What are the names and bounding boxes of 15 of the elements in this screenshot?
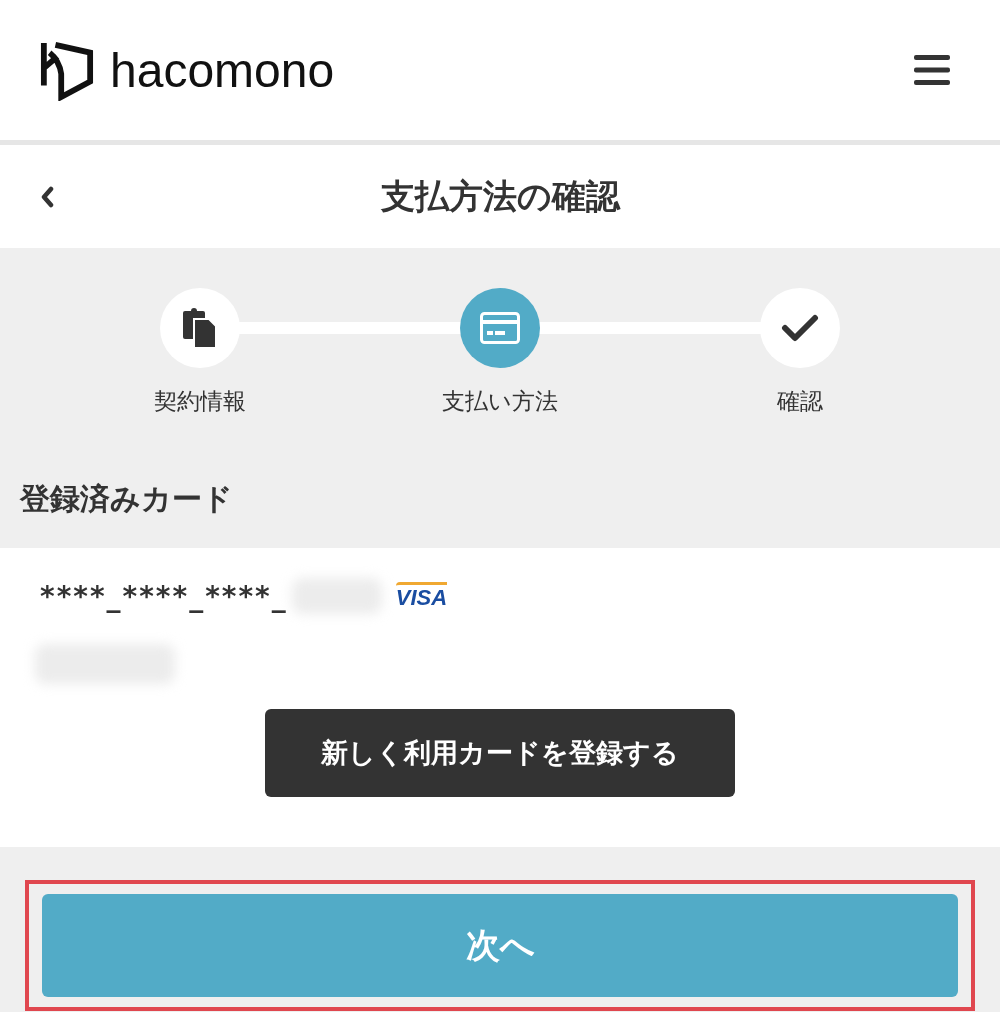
- card-number: ****_****_****_: [40, 579, 288, 613]
- card-brand: VISA: [395, 581, 448, 611]
- check-icon: [781, 313, 819, 343]
- step-label: 確認: [777, 387, 823, 416]
- credit-card-icon: [480, 312, 520, 344]
- step-label: 契約情報: [154, 387, 246, 416]
- logo-text: hacomono: [110, 42, 335, 98]
- back-icon[interactable]: [40, 185, 54, 208]
- logo-icon: [40, 39, 94, 101]
- section-title: 登録済みカード: [20, 479, 233, 518]
- menu-icon[interactable]: [914, 55, 950, 85]
- step-label: 支払い方法: [442, 387, 558, 416]
- page-title: 支払方法の確認: [379, 174, 622, 218]
- documents-icon: [183, 308, 217, 348]
- register-card-button[interactable]: 新しく利用カードを登録する: [265, 709, 735, 797]
